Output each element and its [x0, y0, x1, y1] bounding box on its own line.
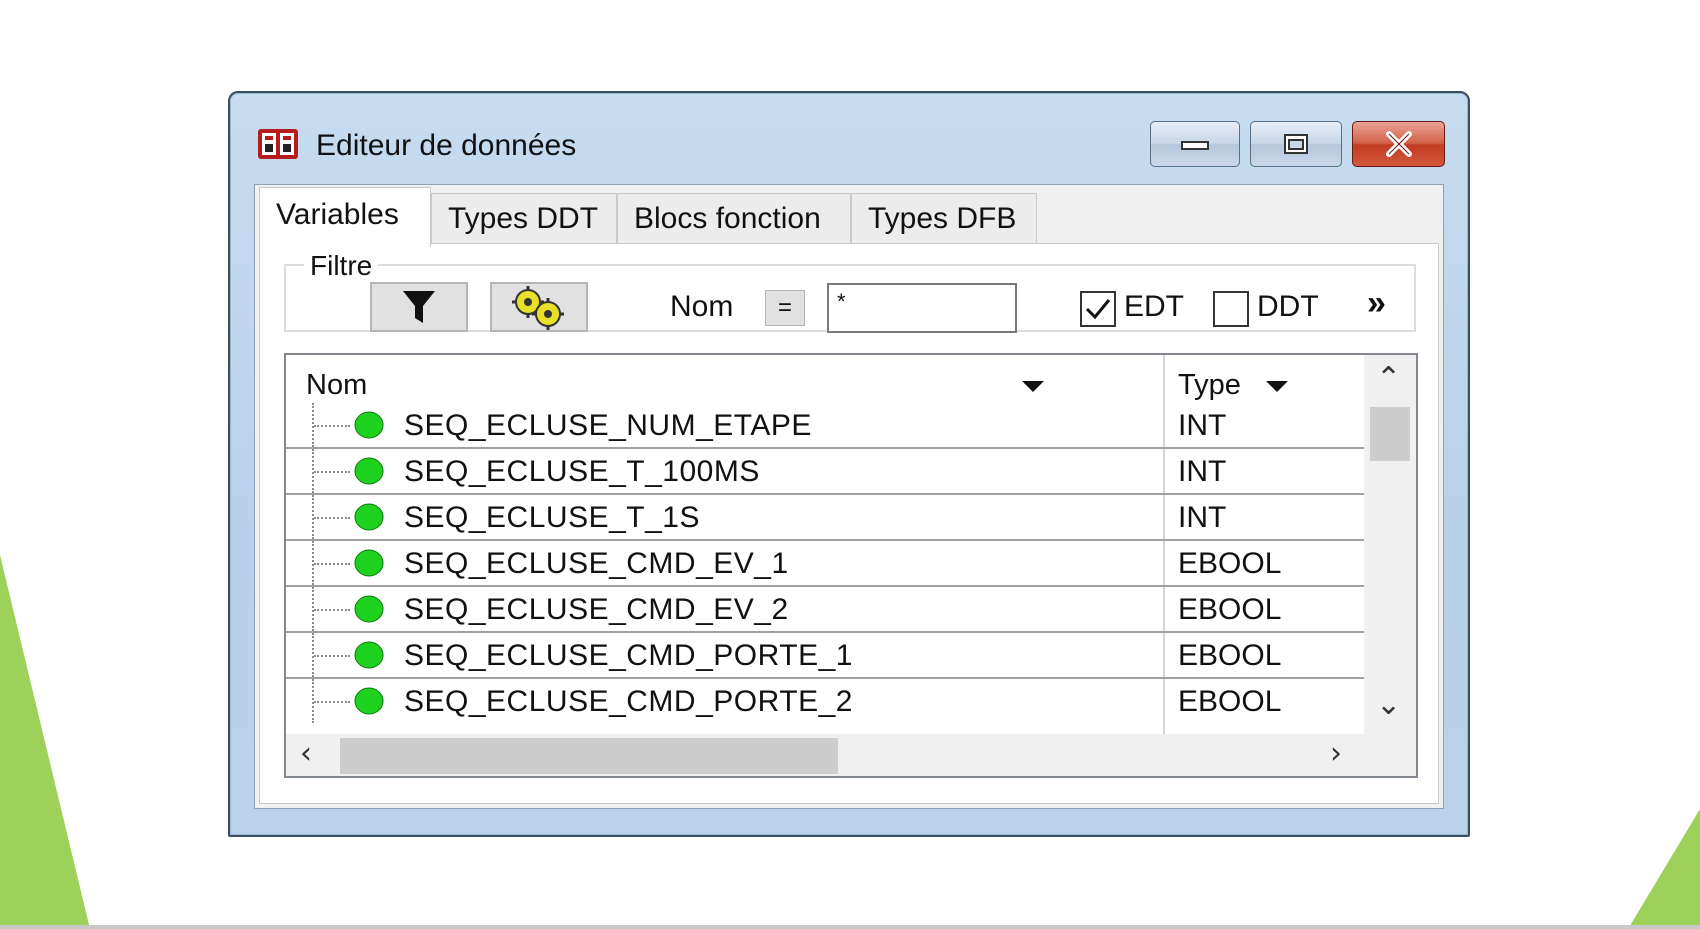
edt-checkbox-label: EDT: [1124, 290, 1184, 323]
table-row[interactable]: SEQ_ECLUSE_CMD_EV_2 EBOOL: [286, 587, 1364, 633]
more-options-button[interactable]: »: [1367, 284, 1386, 323]
filter-group-label: Filtre: [304, 250, 379, 282]
data-editor-icon: [258, 129, 298, 159]
tree-line: [314, 563, 350, 565]
bottom-border: [0, 925, 1700, 929]
variable-type: INT: [1178, 409, 1227, 442]
ddt-checkbox[interactable]: [1213, 291, 1249, 327]
column-header-type[interactable]: Type: [1178, 369, 1241, 402]
variable-name: SEQ_ECLUSE_CMD_EV_1: [404, 547, 789, 580]
variable-name: SEQ_ECLUSE_CMD_PORTE_2: [404, 685, 853, 718]
vertical-scroll-thumb[interactable]: [1370, 407, 1410, 461]
tree-line: [314, 471, 350, 473]
variable-type: INT: [1178, 501, 1227, 534]
variable-status-icon: [354, 687, 384, 715]
data-editor-window: Editeur de données Variables Types DDT B…: [228, 91, 1470, 837]
table-row[interactable]: SEQ_ECLUSE_T_1S INT: [286, 495, 1364, 541]
ddt-checkbox-label: DDT: [1257, 290, 1319, 323]
scroll-right-icon[interactable]: ›: [1330, 736, 1342, 771]
variable-status-icon: [354, 641, 384, 669]
apply-filter-button[interactable]: [370, 282, 468, 332]
variable-type: EBOOL: [1178, 593, 1282, 626]
tab-blocs-fonction[interactable]: Blocs fonction: [617, 193, 851, 245]
variables-tab-page: Filtre Nom = * EDT DDT » Nom Type SEQ_EC…: [259, 243, 1439, 804]
scroll-left-icon[interactable]: ‹: [300, 736, 312, 771]
restore-icon: [1284, 134, 1308, 154]
tab-variables[interactable]: Variables: [259, 187, 431, 247]
variable-name: SEQ_ECLUSE_T_100MS: [404, 455, 760, 488]
close-button[interactable]: [1352, 121, 1445, 167]
title-bar[interactable]: Editeur de données: [230, 93, 1468, 183]
table-row[interactable]: SEQ_ECLUSE_NUM_ETAPE INT: [286, 403, 1364, 449]
horizontal-scrollbar[interactable]: ‹ ›: [286, 734, 1364, 776]
edt-checkbox[interactable]: [1080, 291, 1116, 327]
variable-status-icon: [354, 411, 384, 439]
restore-button[interactable]: [1250, 121, 1342, 167]
name-filter-input[interactable]: *: [827, 283, 1017, 333]
tab-bar: Variables Types DDT Blocs fonction Types…: [255, 185, 1443, 247]
tree-line: [314, 609, 350, 611]
sort-nom-dropdown-icon[interactable]: [1022, 381, 1044, 392]
table-row[interactable]: SEQ_ECLUSE_CMD_PORTE_2 EBOOL: [286, 679, 1364, 723]
tree-line: [314, 701, 350, 703]
minimize-icon: [1181, 141, 1209, 150]
tab-types-dfb[interactable]: Types DFB: [851, 193, 1037, 245]
table-row[interactable]: SEQ_ECLUSE_CMD_EV_1 EBOOL: [286, 541, 1364, 587]
background-left-triangle: [0, 555, 90, 929]
filter-settings-button[interactable]: [490, 282, 588, 332]
tree-line: [314, 655, 350, 657]
variable-name: SEQ_ECLUSE_CMD_PORTE_1: [404, 639, 853, 672]
variable-name: SEQ_ECLUSE_CMD_EV_2: [404, 593, 789, 626]
table-row[interactable]: SEQ_ECLUSE_T_100MS INT: [286, 449, 1364, 495]
column-header-nom[interactable]: Nom: [306, 369, 367, 402]
editor-client-area: Variables Types DDT Blocs fonction Types…: [254, 184, 1444, 809]
variable-name: SEQ_ECLUSE_NUM_ETAPE: [404, 409, 812, 442]
variable-status-icon: [354, 549, 384, 577]
sort-type-dropdown-icon[interactable]: [1266, 381, 1288, 392]
minimize-button[interactable]: [1150, 121, 1240, 167]
variable-type: INT: [1178, 455, 1227, 488]
variable-name: SEQ_ECLUSE_T_1S: [404, 501, 700, 534]
scrollbar-corner: [1364, 734, 1416, 776]
variable-type: EBOOL: [1178, 639, 1282, 672]
tree-line: [314, 517, 350, 519]
variables-list: Nom Type SEQ_ECLUSE_NUM_ETAPE INT SEQ_EC…: [284, 353, 1418, 778]
variable-type: EBOOL: [1178, 685, 1282, 718]
list-header: Nom Type: [286, 355, 1364, 407]
funnel-icon: [403, 291, 435, 323]
scroll-up-icon[interactable]: ⌃: [1376, 361, 1401, 396]
variable-status-icon: [354, 503, 384, 531]
equals-operator-button[interactable]: =: [765, 290, 805, 326]
scroll-down-icon[interactable]: ⌄: [1376, 687, 1401, 722]
table-row[interactable]: SEQ_ECLUSE_CMD_PORTE_1 EBOOL: [286, 633, 1364, 679]
horizontal-scroll-thumb[interactable]: [340, 738, 838, 774]
name-filter-label: Nom: [670, 290, 734, 323]
variable-type: EBOOL: [1178, 547, 1282, 580]
window-title: Editeur de données: [316, 129, 577, 162]
vertical-scrollbar[interactable]: ⌃ ⌄: [1364, 355, 1416, 734]
gears-icon: [512, 286, 564, 330]
variable-status-icon: [354, 457, 384, 485]
tab-types-ddt[interactable]: Types DDT: [431, 193, 617, 245]
background-right-triangle: [1628, 809, 1700, 929]
variable-status-icon: [354, 595, 384, 623]
close-icon: [1385, 131, 1412, 157]
tree-line: [314, 425, 350, 427]
checkmark-icon: [1085, 299, 1111, 320]
